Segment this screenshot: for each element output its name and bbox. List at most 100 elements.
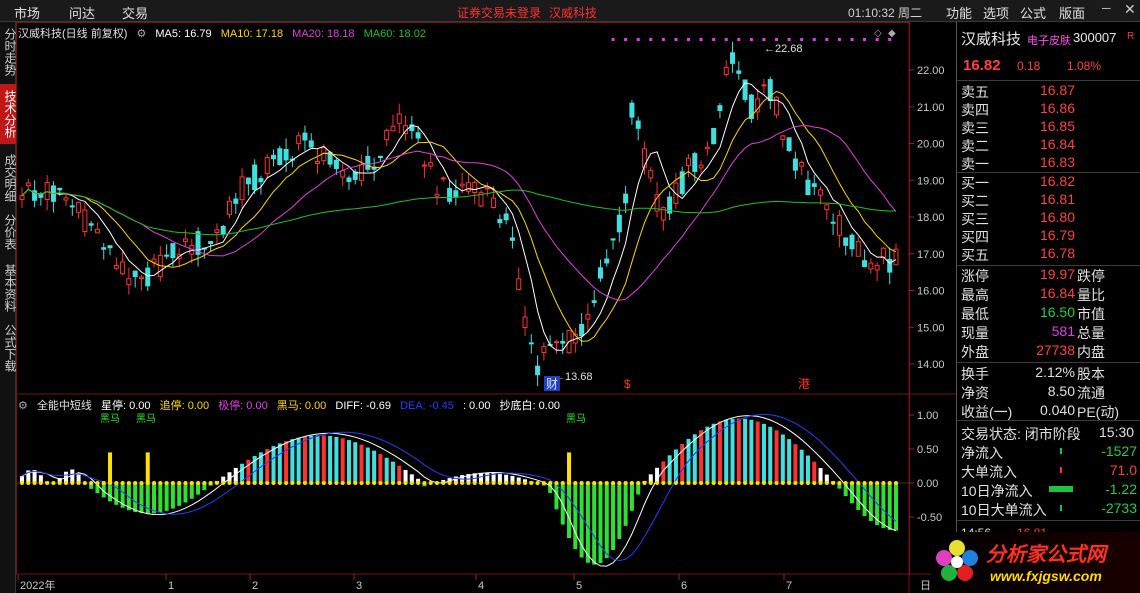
stock-name-link[interactable]: 汉威科技 [549, 4, 597, 21]
zero-dot [284, 481, 289, 485]
settings-icon[interactable]: ⚙ [136, 28, 146, 40]
fund-flow-row: 大单流入 71.0 [957, 462, 1140, 480]
candle-body [830, 221, 836, 224]
candle-body [597, 267, 603, 279]
event-mark[interactable]: 财 [546, 377, 558, 391]
zero-dot [328, 481, 333, 485]
month-label: 6 [681, 580, 687, 592]
ind-tick-label: 0.50 [917, 444, 938, 456]
price-tick-label: 17.00 [917, 249, 945, 261]
tab-technical[interactable]: 技术分析 [0, 84, 17, 144]
candle-body [277, 148, 283, 166]
candle-body [138, 276, 144, 279]
zero-dot [875, 481, 880, 485]
bid-row[interactable]: 买一 16.82 [957, 173, 1140, 191]
candle-body [126, 278, 132, 285]
kline-chart[interactable]: 22.00 21.00 20.00 19.00 18.00 17.00 16.00 15.00… [16, 22, 956, 593]
menu-function[interactable]: 功能 [946, 3, 972, 22]
flower-logo-icon [936, 540, 978, 581]
settings-icon[interactable]: ⚙ [18, 400, 28, 412]
zero-dot [246, 481, 251, 485]
minimize-icon[interactable]: ─ [1102, 1, 1111, 15]
zero-dot [730, 481, 735, 485]
ma20-line [21, 125, 897, 301]
event-mark[interactable]: $ [624, 377, 631, 391]
bid-label: 买四 [961, 229, 989, 245]
menu-options[interactable]: 选项 [983, 3, 1009, 22]
tab-price-table[interactable]: 分价表 [0, 210, 17, 254]
zero-dot [70, 481, 75, 485]
ask-row[interactable]: 卖三 16.85 [957, 118, 1140, 136]
bid-row[interactable]: 买二 16.81 [957, 191, 1140, 209]
candle-body [811, 183, 817, 187]
stat-label: 涨停 [961, 268, 989, 284]
candle-body [792, 158, 798, 171]
zero-dot [598, 481, 603, 485]
price-tick-label: 20.00 [917, 139, 945, 151]
menu-market[interactable]: 市场 [14, 3, 40, 22]
login-warning[interactable]: 证券交易未登录 [457, 4, 541, 21]
ask-row[interactable]: 卖五 16.87 [957, 82, 1140, 100]
ask-row[interactable]: 卖一 16.83 [957, 154, 1140, 172]
menu-formula[interactable]: 公式 [1020, 3, 1046, 22]
indicator-bar [321, 435, 326, 483]
ask-label: 卖一 [961, 156, 989, 172]
zero-dot [642, 481, 647, 485]
candle-body [723, 66, 729, 75]
stat-label: 净资 [961, 385, 989, 401]
fund-flow-row: 10日净流入 -1.22 [957, 481, 1140, 499]
stat-label: 最低 [961, 306, 989, 322]
bid-row[interactable]: 买三 16.80 [957, 209, 1140, 227]
stat-row: 涨停 19.97 跌停 [957, 266, 1140, 284]
indicator-name[interactable]: 全能中短线 [37, 400, 92, 412]
candle-body [836, 215, 842, 236]
zero-dot [717, 481, 722, 485]
candle-body [415, 132, 421, 139]
zero-dot [384, 481, 389, 485]
indicator-bar [881, 483, 886, 529]
indicator-bar [133, 483, 138, 513]
zero-dot [849, 481, 854, 485]
indicator-bar [692, 434, 697, 483]
menu-wenda[interactable]: 问达 [69, 3, 95, 22]
zero-dot [397, 481, 402, 485]
stock-name: 汉威科技 [961, 31, 1022, 48]
bid-row[interactable]: 买四 16.79 [957, 227, 1140, 245]
candle-body [824, 204, 830, 211]
close-icon[interactable]: ✕ [1124, 1, 1136, 18]
diamond-icon[interactable]: ◇ [874, 28, 882, 39]
zero-dot [699, 481, 704, 485]
zero-dot [340, 481, 345, 485]
bid-row[interactable]: 买五 16.78 [957, 245, 1140, 263]
signal-marker [825, 38, 829, 41]
chart-settings-icon[interactable]: ◆ [888, 28, 896, 39]
chart-title[interactable]: 汉威科技(日线 前复权) [18, 28, 127, 40]
candle-body [57, 187, 63, 191]
indicator-bar [372, 450, 377, 483]
indicator-bar [787, 439, 792, 483]
menu-trade[interactable]: 交易 [122, 3, 148, 22]
tab-intraday[interactable]: 分时走势 [0, 26, 17, 78]
stock-code: 300007 [1073, 30, 1117, 45]
chart-canvas[interactable]: 22.0021.0020.0019.0018.0017.0016.0015.00… [16, 22, 956, 593]
zero-dot [831, 481, 836, 485]
zero-dot [843, 481, 848, 485]
indicator-bar [183, 483, 188, 503]
tab-trades[interactable]: 成交明细 [0, 148, 17, 208]
stat-row: 净资 8.50 流通 [957, 383, 1140, 401]
concept-tag[interactable]: 电子皮肤 [1027, 32, 1071, 48]
quote-panel: 汉威科技 电子皮肤 300007 R 16.82 0.18 1.08% 卖五 16… [956, 22, 1140, 593]
ask-row[interactable]: 卖四 16.86 [957, 100, 1140, 118]
candle-body [862, 260, 868, 268]
zero-dot [89, 481, 94, 485]
last-price: 16.82 [963, 57, 1001, 74]
indicator-bar [604, 483, 609, 559]
tab-profile[interactable]: 基本资料 [0, 258, 17, 318]
tab-formula-download[interactable]: 公式下载 [0, 318, 17, 378]
candle-body [421, 164, 427, 167]
ask-row[interactable]: 卖二 16.84 [957, 136, 1140, 154]
menu-layout[interactable]: 版面 [1059, 3, 1085, 22]
candle-body [19, 195, 25, 200]
event-mark[interactable]: 港 [798, 377, 810, 391]
indicator-bar [340, 438, 345, 483]
